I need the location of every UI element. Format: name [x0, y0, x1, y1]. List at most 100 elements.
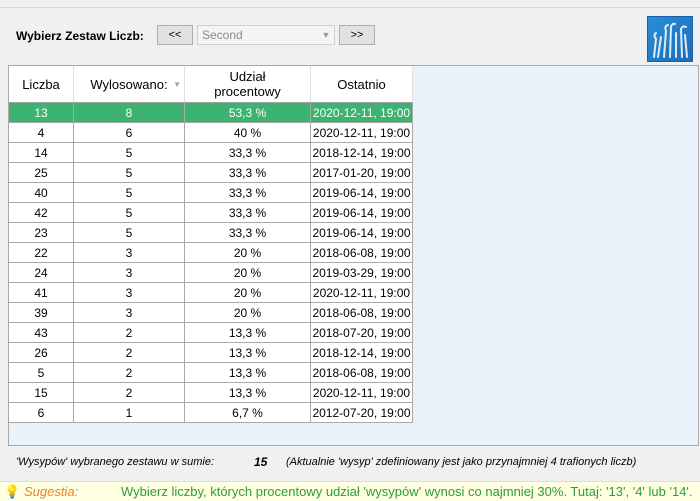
cell-wylosowano[interactable]: 5: [73, 162, 185, 183]
cell-wylosowano[interactable]: 2: [73, 342, 185, 363]
cell-liczba[interactable]: 15: [9, 382, 74, 403]
numbers-grid[interactable]: Liczba Wylosowano: ▼ Udział procentowy O…: [8, 65, 699, 446]
cell-udzial[interactable]: 20 %: [184, 242, 311, 263]
cell-ostatnio[interactable]: 2020-12-11, 19:00: [310, 122, 413, 143]
cell-udzial[interactable]: 33,3 %: [184, 202, 311, 223]
cell-liczba[interactable]: 14: [9, 142, 74, 163]
cell-liczba[interactable]: 42: [9, 202, 74, 223]
cell-liczba[interactable]: 6: [9, 402, 74, 423]
hint-label: Sugestia:: [24, 484, 79, 499]
cell-ostatnio[interactable]: 2018-12-14, 19:00: [310, 342, 413, 363]
table-row[interactable]: 4 6 40 % 2020-12-11, 19:00: [9, 122, 413, 143]
cell-ostatnio[interactable]: 2019-06-14, 19:00: [310, 202, 413, 223]
table-row[interactable]: 23 5 33,3 % 2019-06-14, 19:00: [9, 222, 413, 243]
table-row[interactable]: 39 3 20 % 2018-06-08, 19:00: [9, 302, 413, 323]
cell-wylosowano[interactable]: 5: [73, 182, 185, 203]
table-row[interactable]: 13 8 53,3 % 2020-12-11, 19:00: [9, 102, 413, 123]
table-row[interactable]: 42 5 33,3 % 2019-06-14, 19:00: [9, 202, 413, 223]
set-selector-label: Wybierz Zestaw Liczb:: [16, 29, 144, 43]
cell-udzial[interactable]: 40 %: [184, 122, 311, 143]
cell-ostatnio[interactable]: 2017-01-20, 19:00: [310, 162, 413, 183]
cell-ostatnio[interactable]: 2018-06-08, 19:00: [310, 242, 413, 263]
summary-count: 15: [254, 455, 268, 469]
cell-liczba[interactable]: 5: [9, 362, 74, 383]
set-select-value: Second: [202, 28, 243, 42]
cell-udzial[interactable]: 6,7 %: [184, 402, 311, 423]
table-row[interactable]: 43 2 13,3 % 2018-07-20, 19:00: [9, 322, 413, 343]
cell-udzial[interactable]: 33,3 %: [184, 142, 311, 163]
cell-ostatnio[interactable]: 2018-06-08, 19:00: [310, 302, 413, 323]
table-row[interactable]: 40 5 33,3 % 2019-06-14, 19:00: [9, 182, 413, 203]
next-set-button[interactable]: >>: [339, 25, 375, 45]
table-row[interactable]: 25 5 33,3 % 2017-01-20, 19:00: [9, 162, 413, 183]
table-row[interactable]: 26 2 13,3 % 2018-12-14, 19:00: [9, 342, 413, 363]
table-row[interactable]: 15 2 13,3 % 2020-12-11, 19:00: [9, 382, 413, 403]
cell-wylosowano[interactable]: 5: [73, 142, 185, 163]
cell-ostatnio[interactable]: 2019-06-14, 19:00: [310, 182, 413, 203]
cell-udzial[interactable]: 53,3 %: [184, 102, 311, 123]
cell-udzial[interactable]: 33,3 %: [184, 182, 311, 203]
lightbulb-icon: 💡: [4, 483, 21, 499]
column-header-ostatnio[interactable]: Ostatnio: [310, 66, 413, 103]
cell-liczba[interactable]: 4: [9, 122, 74, 143]
cell-udzial[interactable]: 13,3 %: [184, 362, 311, 383]
cell-wylosowano[interactable]: 6: [73, 122, 185, 143]
summary-note: (Aktualnie 'wysyp' zdefiniowany jest jak…: [286, 456, 637, 468]
cell-udzial[interactable]: 20 %: [184, 282, 311, 303]
cell-liczba[interactable]: 25: [9, 162, 74, 183]
cell-wylosowano[interactable]: 5: [73, 202, 185, 223]
cell-liczba[interactable]: 26: [9, 342, 74, 363]
table-row[interactable]: 24 3 20 % 2019-03-29, 19:00: [9, 262, 413, 283]
cell-udzial[interactable]: 20 %: [184, 262, 311, 283]
cell-ostatnio[interactable]: 2019-06-14, 19:00: [310, 222, 413, 243]
cell-udzial[interactable]: 33,3 %: [184, 222, 311, 243]
previous-set-button[interactable]: <<: [157, 25, 193, 45]
cell-liczba[interactable]: 39: [9, 302, 74, 323]
cell-wylosowano[interactable]: 2: [73, 322, 185, 343]
cell-ostatnio[interactable]: 2018-07-20, 19:00: [310, 322, 413, 343]
cell-wylosowano[interactable]: 8: [73, 102, 185, 123]
cell-ostatnio[interactable]: 2012-07-20, 19:00: [310, 402, 413, 423]
table-row[interactable]: 22 3 20 % 2018-06-08, 19:00: [9, 242, 413, 263]
table-row[interactable]: 14 5 33,3 % 2018-12-14, 19:00: [9, 142, 413, 163]
chevron-down-icon[interactable]: ▼: [318, 30, 334, 40]
cell-liczba[interactable]: 40: [9, 182, 74, 203]
cell-wylosowano[interactable]: 2: [73, 362, 185, 383]
cell-udzial[interactable]: 33,3 %: [184, 162, 311, 183]
cell-liczba[interactable]: 22: [9, 242, 74, 263]
cell-liczba[interactable]: 43: [9, 322, 74, 343]
table-row[interactable]: 41 3 20 % 2020-12-11, 19:00: [9, 282, 413, 303]
cell-udzial[interactable]: 13,3 %: [184, 342, 311, 363]
cell-wylosowano[interactable]: 3: [73, 242, 185, 263]
cell-ostatnio[interactable]: 2020-12-11, 19:00: [310, 102, 413, 123]
cell-ostatnio[interactable]: 2019-03-29, 19:00: [310, 262, 413, 283]
table-row[interactable]: 6 1 6,7 % 2012-07-20, 19:00: [9, 402, 413, 423]
set-select[interactable]: Second ▼: [197, 25, 335, 45]
hint-bar: 💡 Sugestia: Wybierz liczby, których proc…: [0, 481, 700, 501]
column-header-wylosowano[interactable]: Wylosowano: ▼: [73, 66, 185, 103]
sort-descending-icon: ▼: [173, 80, 181, 89]
cell-wylosowano[interactable]: 1: [73, 402, 185, 423]
cell-udzial[interactable]: 13,3 %: [184, 382, 311, 403]
cell-ostatnio[interactable]: 2020-12-11, 19:00: [310, 382, 413, 403]
cell-wylosowano[interactable]: 3: [73, 262, 185, 283]
cell-ostatnio[interactable]: 2018-06-08, 19:00: [310, 362, 413, 383]
cell-udzial[interactable]: 20 %: [184, 302, 311, 323]
column-header-udzial[interactable]: Udział procentowy: [184, 66, 311, 103]
cell-wylosowano[interactable]: 3: [73, 282, 185, 303]
cell-liczba[interactable]: 23: [9, 222, 74, 243]
column-header-wylosowano-label: Wylosowano:: [90, 76, 168, 92]
cell-ostatnio[interactable]: 2018-12-14, 19:00: [310, 142, 413, 163]
table-row[interactable]: 5 2 13,3 % 2018-06-08, 19:00: [9, 362, 413, 383]
cell-wylosowano[interactable]: 5: [73, 222, 185, 243]
cell-liczba[interactable]: 13: [9, 102, 74, 123]
column-header-liczba[interactable]: Liczba: [9, 66, 74, 103]
cell-udzial[interactable]: 13,3 %: [184, 322, 311, 343]
cell-liczba[interactable]: 24: [9, 262, 74, 283]
cell-wylosowano[interactable]: 3: [73, 302, 185, 323]
cell-wylosowano[interactable]: 2: [73, 382, 185, 403]
cell-liczba[interactable]: 41: [9, 282, 74, 303]
cell-ostatnio[interactable]: 2020-12-11, 19:00: [310, 282, 413, 303]
hint-text: Wybierz liczby, których procentowy udzia…: [121, 484, 693, 499]
app-logo-icon: [647, 16, 693, 62]
